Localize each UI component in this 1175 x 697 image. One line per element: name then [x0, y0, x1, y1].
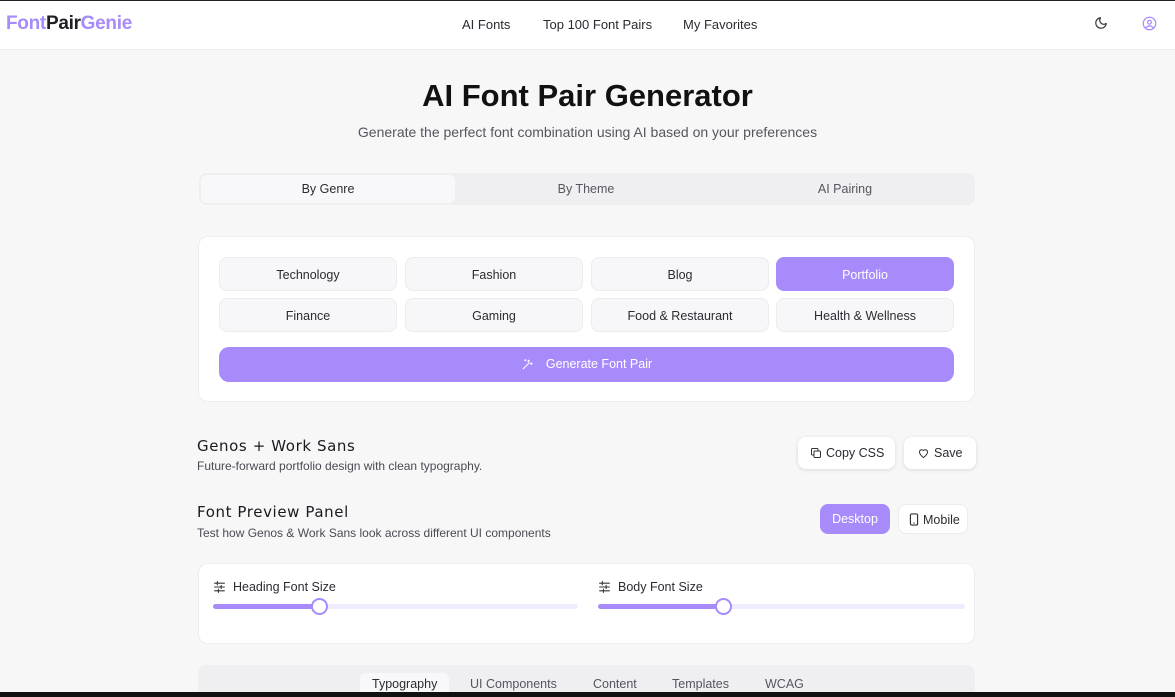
- mobile-label: Mobile: [923, 513, 960, 527]
- font-size-controls: Heading Font Size Body Font Size: [198, 563, 975, 644]
- page-subtitle: Generate the perfect font combination us…: [357, 124, 818, 140]
- sliders-icon: [213, 580, 233, 594]
- copy-css-button[interactable]: Copy CSS: [798, 437, 895, 469]
- nav-my-favorites[interactable]: My Favorites: [683, 17, 757, 32]
- preview-panel-title: Font Preview Panel: [197, 503, 349, 521]
- heading-font-size-label-group: Heading Font Size: [213, 580, 336, 594]
- desktop-view-button[interactable]: Desktop: [820, 504, 890, 534]
- smartphone-icon: [909, 513, 923, 527]
- nav-top-100-font-pairs[interactable]: Top 100 Font Pairs: [543, 17, 652, 32]
- heart-icon: [917, 446, 934, 460]
- heading-slider-thumb[interactable]: [310, 598, 328, 615]
- save-label: Save: [934, 446, 963, 460]
- save-button[interactable]: Save: [904, 437, 976, 469]
- mode-tabs: By Genre By Theme AI Pairing: [199, 173, 975, 205]
- sliders-icon: [598, 580, 618, 594]
- genre-selection-card: Technology Fashion Blog Portfolio Financ…: [198, 236, 975, 402]
- genre-food-restaurant[interactable]: Food & Restaurant: [591, 298, 769, 332]
- moon-icon[interactable]: [1094, 16, 1110, 32]
- body-font-size-slider[interactable]: [598, 598, 965, 615]
- genre-blog[interactable]: Blog: [591, 257, 769, 291]
- page-title: AI Font Pair Generator: [422, 78, 753, 113]
- genre-gaming[interactable]: Gaming: [405, 298, 583, 332]
- genre-portfolio[interactable]: Portfolio: [776, 257, 954, 291]
- font-pair-name: Genos + Work Sans: [197, 437, 356, 455]
- font-pair-description: Future-forward portfolio design with cle…: [197, 459, 483, 473]
- genre-fashion[interactable]: Fashion: [405, 257, 583, 291]
- preview-panel-description: Test how Genos & Work Sans look across d…: [197, 526, 551, 540]
- body-font-size-label: Body Font Size: [618, 580, 703, 594]
- magic-wand-icon: [521, 357, 546, 371]
- main-nav: AI Fonts Top 100 Font Pairs My Favorites: [0, 17, 1175, 35]
- heading-font-size-label: Heading Font Size: [233, 580, 336, 594]
- heading-slider-fill: [213, 604, 319, 609]
- copy-css-label: Copy CSS: [826, 446, 885, 460]
- tab-ai-pairing[interactable]: AI Pairing: [717, 175, 973, 203]
- body-font-size-label-group: Body Font Size: [598, 580, 703, 594]
- tab-by-genre[interactable]: By Genre: [201, 175, 455, 203]
- user-circle-icon[interactable]: [1142, 16, 1158, 32]
- body-slider-fill: [598, 604, 723, 609]
- heading-font-size-slider[interactable]: [213, 598, 578, 615]
- mobile-view-button[interactable]: Mobile: [898, 504, 968, 534]
- generate-font-pair-label: Generate Font Pair: [545, 357, 653, 371]
- body-slider-thumb[interactable]: [714, 598, 732, 615]
- generate-font-pair-button[interactable]: Generate Font Pair: [219, 347, 954, 382]
- top-navigation-bar: FontPairGenie AI Fonts Top 100 Font Pair…: [0, 0, 1175, 50]
- copy-icon: [810, 446, 826, 460]
- tab-by-theme[interactable]: By Theme: [458, 175, 714, 203]
- genre-finance[interactable]: Finance: [219, 298, 397, 332]
- genre-health-wellness[interactable]: Health & Wellness: [776, 298, 954, 332]
- genre-technology[interactable]: Technology: [219, 257, 397, 291]
- screen-bottom-edge: [0, 692, 1175, 697]
- nav-ai-fonts[interactable]: AI Fonts: [462, 17, 510, 32]
